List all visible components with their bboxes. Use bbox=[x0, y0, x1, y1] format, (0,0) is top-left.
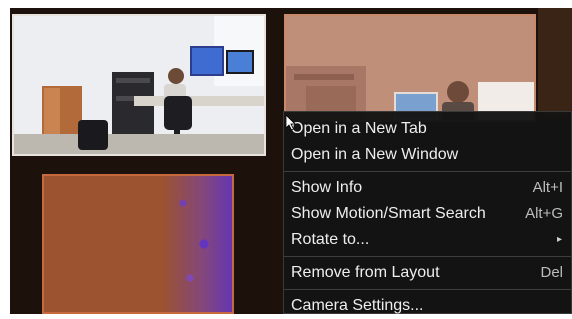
camera-feed-workspace bbox=[286, 16, 534, 120]
menu-separator bbox=[284, 171, 571, 172]
menu-item-label: Rotate to... bbox=[291, 231, 370, 248]
menu-item-label: Remove from Layout bbox=[291, 264, 440, 281]
menu-item-label: Open in a New Window bbox=[291, 146, 459, 163]
menu-item-label: Show Motion/Smart Search bbox=[291, 205, 486, 222]
camera-tile-offline[interactable] bbox=[42, 174, 234, 314]
video-noise bbox=[162, 176, 232, 312]
mouse-pointer-icon bbox=[286, 115, 296, 131]
menu-item-label: Open in a New Tab bbox=[291, 120, 427, 137]
camera-feed-office bbox=[14, 16, 264, 154]
menu-item-camera-settings[interactable]: Camera Settings... bbox=[284, 293, 571, 319]
menu-item-rotate-to[interactable]: Rotate to... ▸ bbox=[284, 227, 571, 253]
menu-item-shortcut: Del bbox=[540, 264, 563, 281]
menu-item-label: Camera Settings... bbox=[291, 297, 424, 314]
menu-item-open-new-window[interactable]: Open in a New Window bbox=[284, 142, 571, 168]
camera-tile-partial[interactable] bbox=[538, 8, 572, 118]
camera-context-menu: Open in a New Tab Open in a New Window S… bbox=[283, 111, 572, 314]
menu-separator bbox=[284, 256, 571, 257]
menu-item-show-info[interactable]: Show Info Alt+I bbox=[284, 175, 571, 201]
menu-item-remove-from-layout[interactable]: Remove from Layout Del bbox=[284, 260, 571, 286]
camera-tile-office[interactable] bbox=[12, 14, 266, 156]
menu-item-shortcut: Alt+I bbox=[532, 179, 563, 196]
menu-item-show-motion-search[interactable]: Show Motion/Smart Search Alt+G bbox=[284, 201, 571, 227]
camera-tile-workspace[interactable] bbox=[284, 14, 536, 122]
chevron-right-icon: ▸ bbox=[556, 234, 562, 245]
menu-item-open-new-tab[interactable]: Open in a New Tab bbox=[284, 116, 571, 142]
menu-item-shortcut: Alt+G bbox=[525, 205, 563, 222]
menu-separator bbox=[284, 289, 571, 290]
menu-item-label: Show Info bbox=[291, 179, 363, 196]
